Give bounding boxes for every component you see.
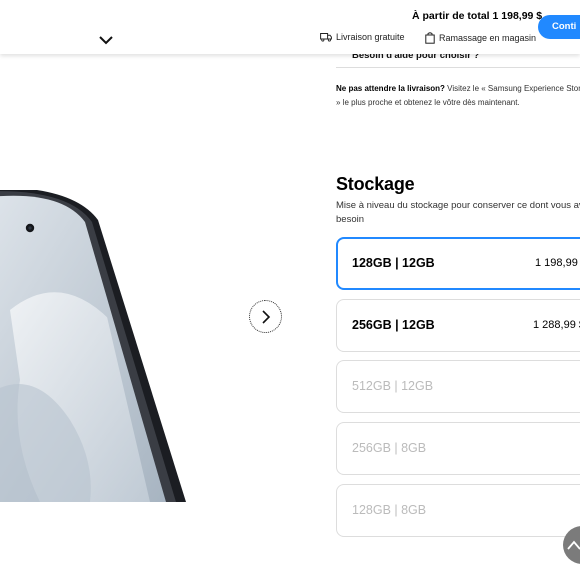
shopping-bag-icon — [425, 32, 435, 44]
chevron-down-icon[interactable] — [98, 34, 114, 46]
storage-option-256gb-8gb[interactable]: 256GB | 8GB — [336, 422, 580, 475]
storage-option-price: 1 288,99 $ — [533, 319, 580, 331]
storage-option-256gb-12gb[interactable]: 256GB | 12GB 1 288,99 $ — [336, 299, 580, 352]
arrow-up-icon — [567, 540, 580, 550]
divider — [336, 67, 580, 68]
storage-option-price: 1 198,99 $ — [535, 257, 580, 269]
free-delivery-label: Livraison gratuite — [336, 32, 405, 42]
storage-option-128gb-8gb[interactable]: 128GB | 8GB — [336, 484, 580, 537]
store-pickup-perk: Ramassage en magasin — [425, 32, 536, 44]
storage-option-label: 256GB | 12GB — [352, 318, 435, 332]
sticky-header: À partir de total 1 198,99 $ Conti Livra… — [0, 0, 580, 54]
storage-subtitle: Mise à niveau du stockage pour conserver… — [336, 200, 580, 225]
product-image — [0, 190, 200, 510]
storage-title: Stockage — [336, 174, 415, 194]
storage-option-128gb-12gb[interactable]: 128GB | 12GB 1 198,99 $ — [336, 237, 580, 290]
page: Besoin d'aide pour choisir ? À partir de… — [0, 0, 580, 580]
total-price: À partir de total 1 198,99 $ — [412, 10, 543, 22]
store-pickup-label: Ramassage en magasin — [439, 33, 537, 43]
storage-option-label: 256GB | 8GB — [352, 441, 427, 455]
storage-option-label: 128GB | 12GB — [352, 256, 435, 270]
free-delivery-perk: Livraison gratuite — [320, 32, 405, 42]
next-image-button[interactable] — [249, 300, 282, 333]
chevron-right-icon — [261, 309, 270, 324]
continue-button[interactable]: Conti — [538, 15, 580, 39]
truck-icon — [320, 33, 332, 42]
storage-option-label: 128GB | 8GB — [352, 503, 427, 517]
storage-option-label: 512GB | 12GB — [352, 379, 434, 393]
storage-option-512gb-12gb[interactable]: 512GB | 12GB — [336, 360, 580, 413]
store-note: Ne pas attendre la livraison? Visitez le… — [336, 82, 580, 110]
store-note-bold: Ne pas attendre la livraison? — [336, 84, 445, 93]
